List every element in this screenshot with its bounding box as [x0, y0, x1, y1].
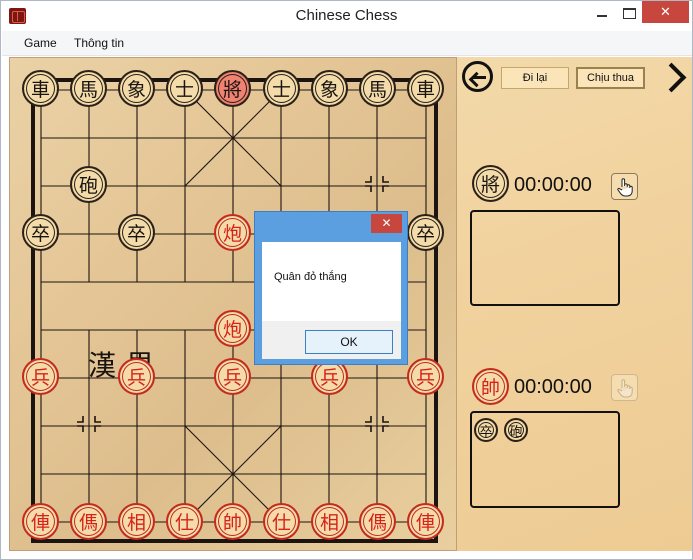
red-player-icon: 帥 [472, 368, 509, 405]
app-window: Chinese Chess ✕ Game Thông tin 車 馬 象 士 將… [0, 0, 693, 560]
red-elephant-piece[interactable]: 相 [311, 503, 348, 540]
red-soldier-piece[interactable]: 兵 [22, 358, 59, 395]
black-advisor-piece[interactable]: 士 [263, 70, 300, 107]
menu-info[interactable]: Thông tin [74, 36, 124, 50]
red-advisor-piece[interactable]: 仕 [263, 503, 300, 540]
black-player-icon: 將 [472, 165, 509, 202]
red-soldier-piece[interactable]: 兵 [214, 358, 251, 395]
ok-button[interactable]: OK [305, 330, 393, 354]
black-chariot-piece[interactable]: 車 [22, 70, 59, 107]
black-hand-button[interactable] [611, 173, 638, 200]
red-hand-button[interactable] [611, 374, 638, 401]
red-chariot-piece[interactable]: 俥 [407, 503, 444, 540]
hand-pointer-icon [617, 178, 633, 197]
black-cannon-piece[interactable]: 砲 [70, 166, 107, 203]
red-timer: 00:00:00 [514, 376, 592, 398]
hand-pointer-icon [617, 379, 633, 398]
black-advisor-piece[interactable]: 士 [166, 70, 203, 107]
black-captured-box [470, 210, 620, 306]
close-button[interactable]: ✕ [642, 1, 689, 23]
undo-button[interactable]: Đi lại [501, 67, 569, 89]
dialog-body: Quân đỏ thắng [262, 242, 401, 321]
red-cannon-piece[interactable]: 炮 [214, 214, 251, 251]
black-elephant-piece[interactable]: 象 [118, 70, 155, 107]
black-elephant-piece[interactable]: 象 [311, 70, 348, 107]
red-soldier-piece[interactable]: 兵 [118, 358, 155, 395]
menu-bar: Game Thông tin [2, 31, 692, 56]
captured-piece: 砲 [504, 418, 528, 442]
minimize-button[interactable] [588, 1, 616, 23]
red-soldier-piece[interactable]: 兵 [407, 358, 444, 395]
dialog-message: Quân đỏ thắng [274, 271, 347, 283]
back-arrow-icon[interactable] [462, 61, 493, 92]
red-chariot-piece[interactable]: 俥 [22, 503, 59, 540]
black-soldier-piece[interactable]: 卒 [407, 214, 444, 251]
dialog-footer: OK [262, 321, 401, 359]
black-soldier-piece[interactable]: 卒 [22, 214, 59, 251]
black-soldier-piece[interactable]: 卒 [118, 214, 155, 251]
menu-game[interactable]: Game [24, 36, 57, 50]
black-horse-piece[interactable]: 馬 [359, 70, 396, 107]
result-dialog: ✕ Quân đỏ thắng OK [254, 211, 408, 365]
chevron-right-icon[interactable] [661, 61, 681, 91]
red-general-piece[interactable]: 帥 [214, 503, 251, 540]
title-bar: Chinese Chess ✕ [1, 1, 692, 31]
maximize-button[interactable] [616, 1, 642, 23]
red-captured-box: 卒 砲 [470, 411, 620, 508]
red-horse-piece[interactable]: 傌 [70, 503, 107, 540]
captured-piece: 卒 [474, 418, 498, 442]
red-elephant-piece[interactable]: 相 [118, 503, 155, 540]
dialog-close-button[interactable]: ✕ [371, 214, 402, 233]
black-chariot-piece[interactable]: 車 [407, 70, 444, 107]
black-horse-piece[interactable]: 馬 [70, 70, 107, 107]
black-timer: 00:00:00 [514, 174, 592, 196]
resign-button[interactable]: Chịu thua [576, 67, 645, 89]
red-advisor-piece[interactable]: 仕 [166, 503, 203, 540]
red-horse-piece[interactable]: 傌 [359, 503, 396, 540]
red-cannon-piece[interactable]: 炮 [214, 310, 251, 347]
black-general-piece[interactable]: 將 [214, 70, 251, 107]
